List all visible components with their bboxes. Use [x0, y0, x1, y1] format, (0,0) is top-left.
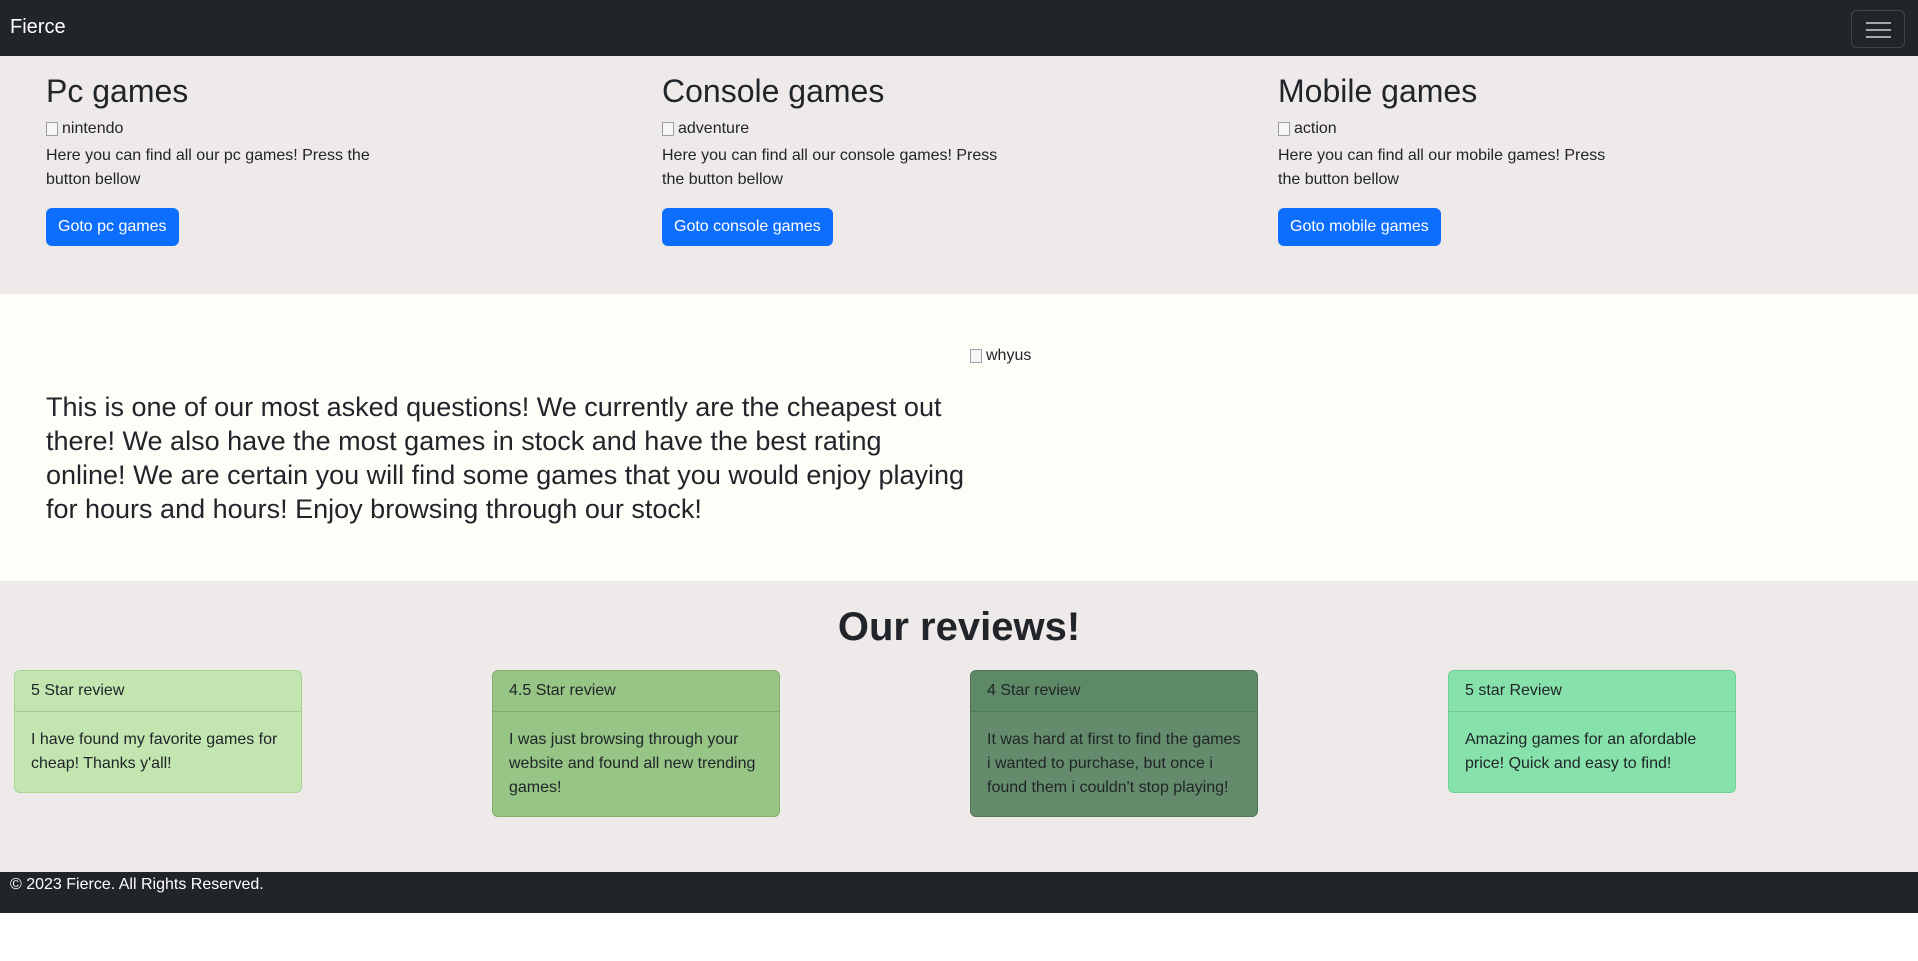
review-card-header: 4.5 Star review: [493, 671, 779, 712]
pc-games-title: Pc games: [46, 73, 189, 109]
why-us-text: This is one of our most asked questions!…: [46, 392, 964, 524]
broken-image-icon: [1278, 122, 1290, 136]
reviews-section: Our reviews! 5 Star review I have found …: [0, 581, 1918, 872]
hamburger-menu-icon-line: [1866, 29, 1891, 31]
broken-image-icon: [46, 122, 58, 136]
mobile-games-column: Mobile games action Here you can find al…: [1278, 56, 1838, 294]
review-card: 4 Star review It was hard at first to fi…: [970, 670, 1258, 817]
navbar-toggle-button[interactable]: [1851, 10, 1905, 48]
review-card-body: Amazing games for an afordable price! Qu…: [1465, 731, 1697, 772]
brand-link[interactable]: Fierce: [10, 16, 66, 39]
pc-games-image: nintendo: [46, 120, 123, 138]
pc-games-column: Pc games nintendo Here you can find all …: [46, 56, 606, 294]
hamburger-menu-icon: [1866, 22, 1891, 24]
review-card-header: 5 star Review: [1449, 671, 1735, 712]
mobile-games-image: action: [1278, 120, 1337, 138]
pc-games-description: Here you can find all our pc games! Pres…: [46, 147, 370, 188]
console-games-description: Here you can find all our console games!…: [662, 147, 998, 188]
review-card: 5 Star review I have found my favorite g…: [14, 670, 302, 793]
reviews-heading: Our reviews!: [837, 605, 1081, 649]
goto-pc-games-button[interactable]: Goto pc games: [46, 208, 179, 246]
console-games-title: Console games: [662, 73, 885, 109]
why-us-image-alt: whyus: [986, 347, 1032, 364]
why-us-image-wrapper: whyus: [970, 347, 1031, 365]
review-card-header: 5 Star review: [15, 671, 301, 712]
copyright-text: © 2023 Fierce. All Rights Reserved.: [10, 876, 264, 893]
goto-console-games-button[interactable]: Goto console games: [662, 208, 833, 246]
review-card-body: It was hard at first to find the games i…: [987, 731, 1241, 796]
review-card: 5 star Review Amazing games for an aford…: [1448, 670, 1736, 793]
review-card-body: I was just browsing through your website…: [509, 731, 756, 796]
game-categories-section: Pc games nintendo Here you can find all …: [0, 56, 1918, 294]
mobile-games-image-alt: action: [1294, 120, 1337, 137]
console-games-image: adventure: [662, 120, 749, 138]
top-navbar: Fierce: [0, 0, 1918, 56]
console-games-image-alt: adventure: [678, 120, 750, 137]
pc-games-image-alt: nintendo: [62, 120, 124, 137]
why-us-section: This is one of our most asked questions!…: [0, 294, 1918, 581]
review-card: 4.5 Star review I was just browsing thro…: [492, 670, 780, 817]
hamburger-menu-icon-line: [1866, 36, 1891, 38]
broken-image-icon: [970, 349, 982, 363]
mobile-games-title: Mobile games: [1278, 73, 1478, 109]
review-card-header: 4 Star review: [971, 671, 1257, 712]
goto-mobile-games-button[interactable]: Goto mobile games: [1278, 208, 1441, 246]
review-card-body: I have found my favorite games for cheap…: [31, 731, 278, 772]
page-footer: © 2023 Fierce. All Rights Reserved.: [0, 872, 1918, 913]
console-games-column: Console games adventure Here you can fin…: [662, 56, 1222, 294]
mobile-games-description: Here you can find all our mobile games! …: [1278, 147, 1606, 188]
broken-image-icon: [662, 122, 674, 136]
